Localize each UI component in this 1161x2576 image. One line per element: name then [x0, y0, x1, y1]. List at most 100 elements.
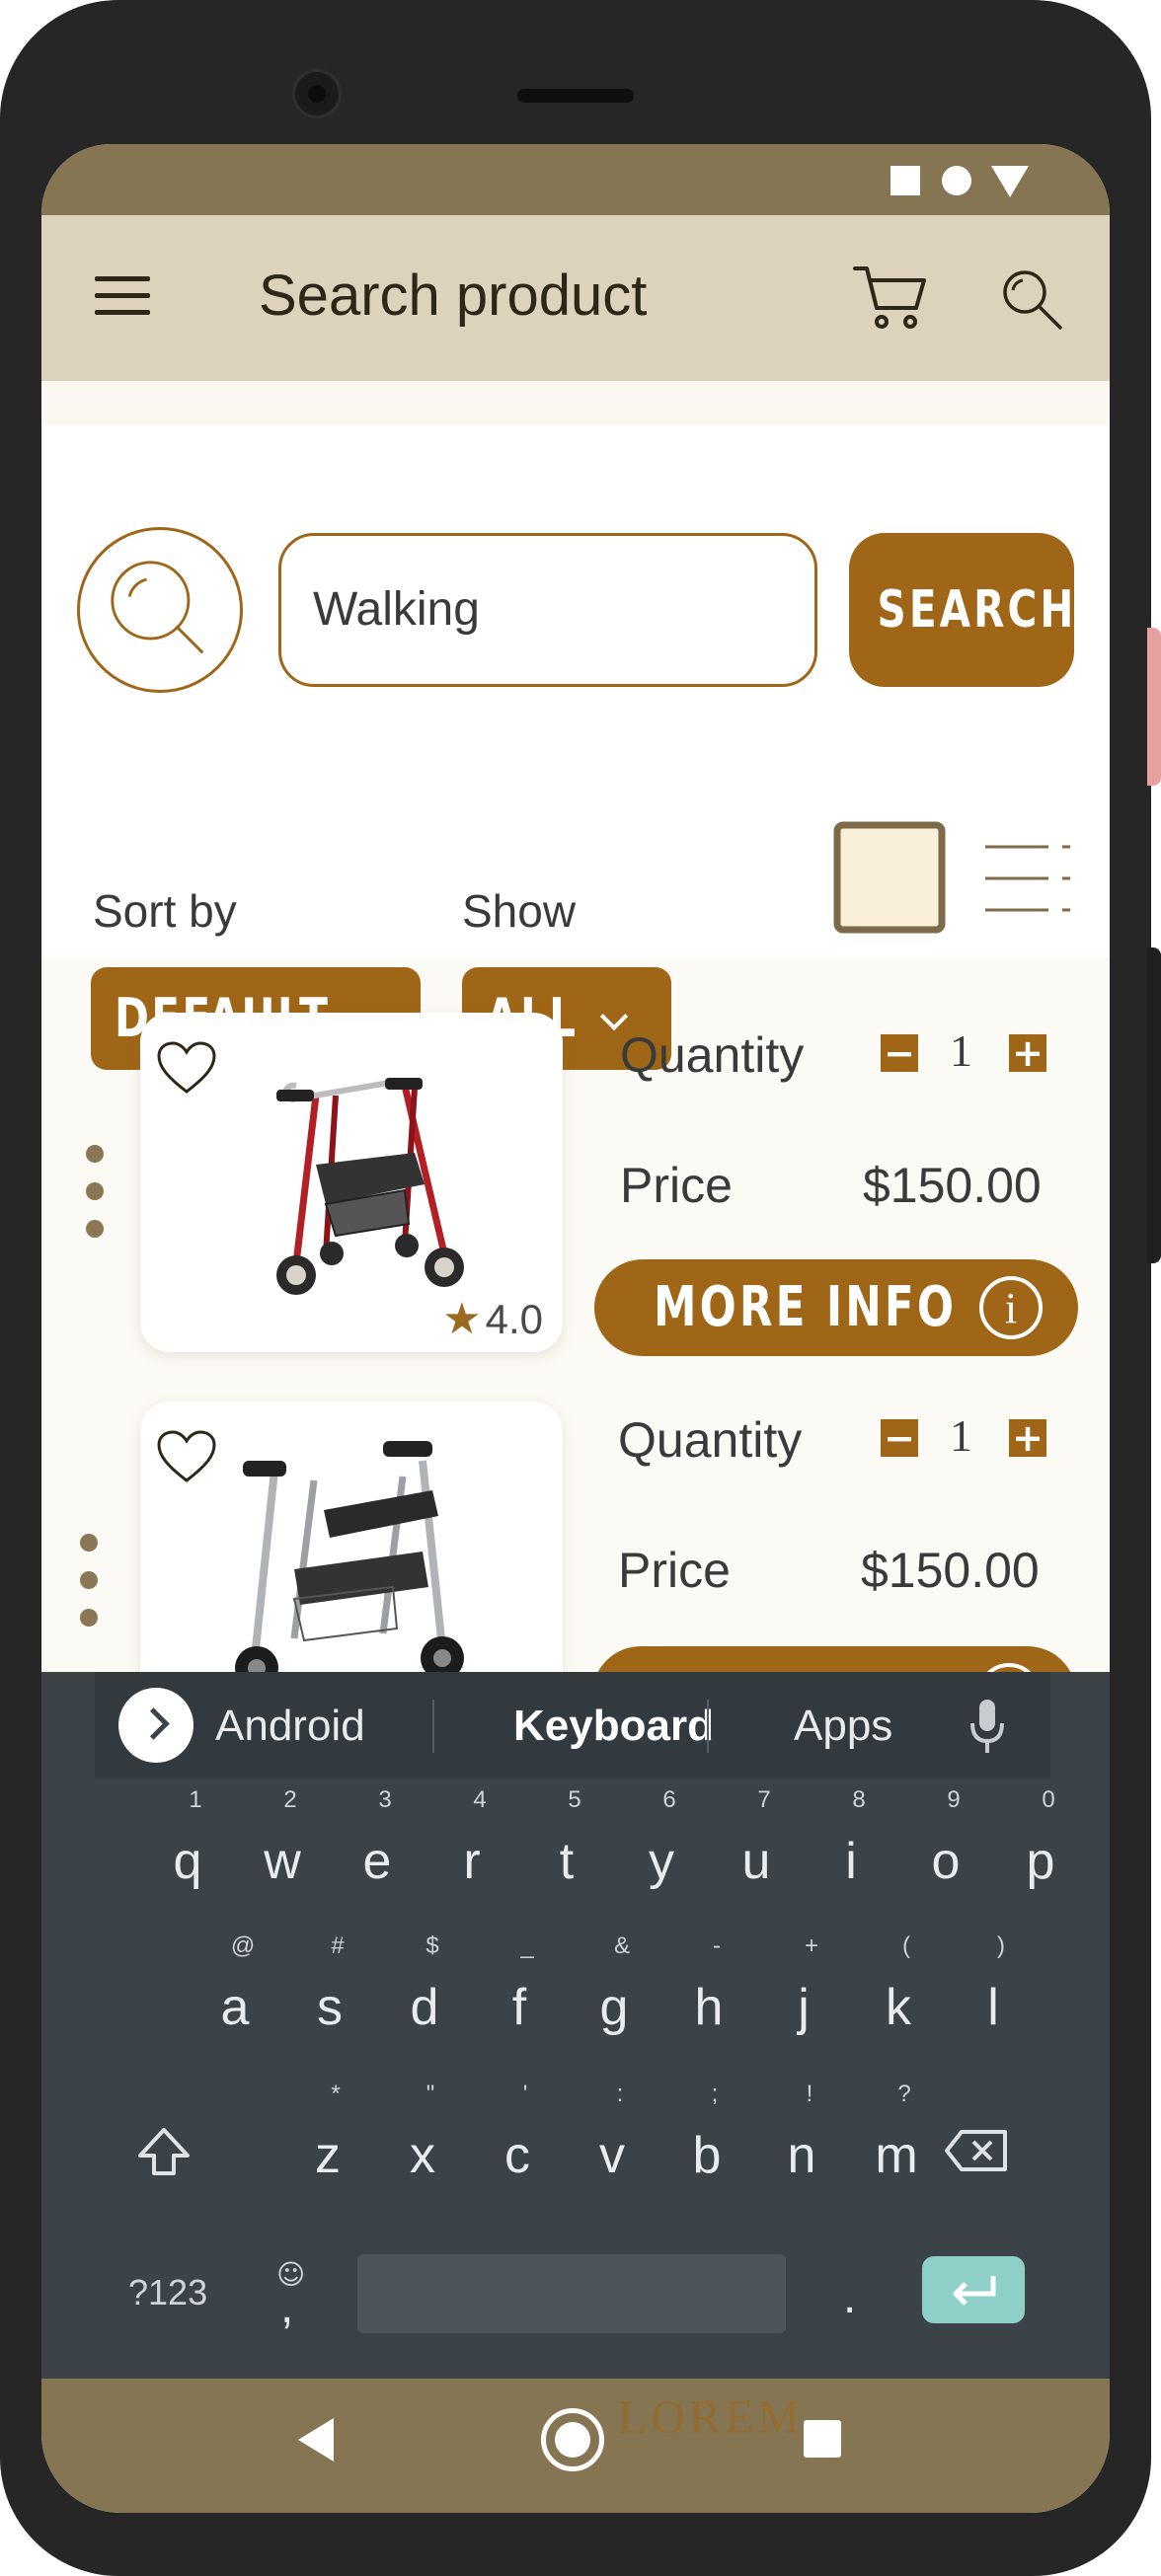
suggestion-keyboard[interactable]: Keyboard: [513, 1702, 714, 1751]
key-label: s: [317, 1979, 343, 2036]
key-hint: ?: [897, 2081, 911, 2107]
product-rating: ★4.0: [442, 1294, 543, 1344]
status-circle-icon: [942, 166, 971, 195]
key-f[interactable]: _ f: [480, 1932, 559, 2037]
key-hint: ;: [711, 2081, 719, 2107]
key-n[interactable]: ! n: [762, 2081, 841, 2185]
enter-key[interactable]: [922, 2256, 1025, 2323]
search-icon[interactable]: [77, 527, 243, 693]
key-hint: ": [426, 2081, 435, 2107]
more-info-button[interactable]: MORE INFO i: [594, 1259, 1078, 1356]
key-k[interactable]: (k: [859, 1932, 938, 2037]
key-r[interactable]: 4r: [432, 1786, 511, 1891]
cart-icon[interactable]: [851, 263, 930, 332]
key-hint: 8: [852, 1786, 866, 1813]
watermark-text: LOREM: [618, 2391, 804, 2444]
suggestion-apps[interactable]: Apps: [794, 1702, 892, 1751]
search-button[interactable]: SEARCH: [849, 533, 1074, 687]
key-u[interactable]: 7u: [717, 1786, 796, 1891]
key-i[interactable]: 8i: [812, 1786, 890, 1891]
key-hint: 2: [283, 1786, 297, 1813]
home-icon[interactable]: [541, 2408, 604, 2471]
increase-quantity-button[interactable]: +: [1009, 1034, 1046, 1072]
mic-icon[interactable]: [968, 1698, 1007, 1757]
key-label: t: [559, 1833, 575, 1890]
key-label: r: [463, 1833, 481, 1890]
recents-icon[interactable]: [804, 2420, 841, 2458]
key-l[interactable]: ) l: [954, 1932, 1033, 2037]
phone-frame: Search product Walking SEARCH Sort by Sh…: [0, 0, 1151, 2576]
key-hint: ): [997, 1932, 1005, 1959]
grid-view-icon[interactable]: [833, 821, 946, 934]
decrease-quantity-button[interactable]: −: [881, 1034, 918, 1072]
key-s[interactable]: # s: [290, 1932, 369, 2037]
key-c[interactable]: ' c: [478, 2081, 557, 2185]
key-y[interactable]: 6y: [622, 1786, 701, 1891]
key-label: n: [787, 2127, 816, 2184]
volume-button: [1147, 628, 1161, 786]
key-hint: _: [520, 1932, 534, 1959]
key-j[interactable]: + j: [764, 1932, 843, 2037]
key-label: d: [410, 1979, 439, 2036]
key-label: y: [649, 1833, 674, 1890]
list-view-icon[interactable]: [985, 841, 1070, 916]
key-a[interactable]: @ a: [195, 1932, 274, 2037]
key-p[interactable]: 0p: [1001, 1786, 1080, 1891]
key-g[interactable]: & g: [575, 1932, 654, 2037]
key-hint: @: [230, 1932, 256, 1959]
key-b[interactable]: ; b: [667, 2081, 746, 2185]
shift-icon[interactable]: [136, 2126, 192, 2177]
increase-quantity-button[interactable]: +: [1009, 1419, 1046, 1457]
quantity-value: 1: [950, 1410, 972, 1461]
heart-icon[interactable]: [156, 1429, 217, 1484]
key-z[interactable]: * z: [288, 2081, 367, 2185]
status-bar: [41, 144, 1110, 215]
earpiece-speaker: [517, 89, 634, 103]
chevron-right-icon[interactable]: [118, 1688, 194, 1763]
search-input[interactable]: Walking: [278, 533, 817, 687]
key-t[interactable]: 5t: [527, 1786, 606, 1891]
key-v[interactable]: :v: [573, 2081, 652, 2185]
key-w[interactable]: 2w: [243, 1786, 322, 1891]
status-square-icon: [890, 166, 920, 195]
price-value: $150.00: [863, 1158, 1042, 1213]
suggestion-strip: Android Keyboard Apps: [95, 1672, 1050, 1779]
price-label: Price: [618, 1543, 731, 1598]
key-e[interactable]: 3e: [338, 1786, 417, 1891]
heart-icon[interactable]: [156, 1040, 217, 1096]
search-icon[interactable]: [999, 266, 1064, 332]
comma-key[interactable]: ,: [280, 2280, 293, 2334]
space-key[interactable]: [357, 2254, 786, 2333]
key-label: u: [741, 1833, 771, 1890]
quantity-value: 1: [950, 1025, 972, 1076]
period-key[interactable]: .: [843, 2270, 856, 2324]
key-d[interactable]: $ d: [385, 1932, 464, 2037]
symbols-key[interactable]: ?123: [128, 2272, 207, 2313]
key-label: v: [599, 2127, 625, 2184]
key-m[interactable]: ? m: [857, 2081, 936, 2185]
more-options-icon[interactable]: [86, 1145, 106, 1257]
sort-label: Sort by: [93, 885, 237, 937]
suggestion-android[interactable]: Android: [215, 1702, 365, 1751]
info-icon: i: [979, 1276, 1043, 1339]
menu-icon[interactable]: [95, 274, 150, 318]
backspace-icon[interactable]: [944, 2128, 1009, 2173]
key-label: h: [694, 1979, 724, 2036]
key-label: o: [931, 1833, 961, 1890]
key-hint: 4: [473, 1786, 487, 1813]
system-nav-bar: LOREM: [41, 2379, 1110, 2513]
star-icon: ★: [442, 1295, 482, 1343]
key-hint: :: [616, 2081, 624, 2107]
key-x[interactable]: " x: [383, 2081, 462, 2185]
key-h[interactable]: -h: [669, 1932, 748, 2037]
soft-keyboard: Android Keyboard Apps 1q2w3e4r5t6y7u8i9o…: [41, 1672, 1110, 2379]
key-o[interactable]: 9o: [906, 1786, 985, 1891]
key-label: z: [315, 2127, 341, 2184]
decrease-quantity-button[interactable]: −: [881, 1419, 918, 1457]
key-q[interactable]: 1q: [148, 1786, 227, 1891]
product-card[interactable]: ★4.0: [140, 1013, 563, 1352]
key-hint: #: [331, 1932, 345, 1959]
back-icon[interactable]: [298, 2418, 334, 2462]
more-options-icon[interactable]: [80, 1534, 100, 1646]
key-label: w: [264, 1833, 301, 1890]
